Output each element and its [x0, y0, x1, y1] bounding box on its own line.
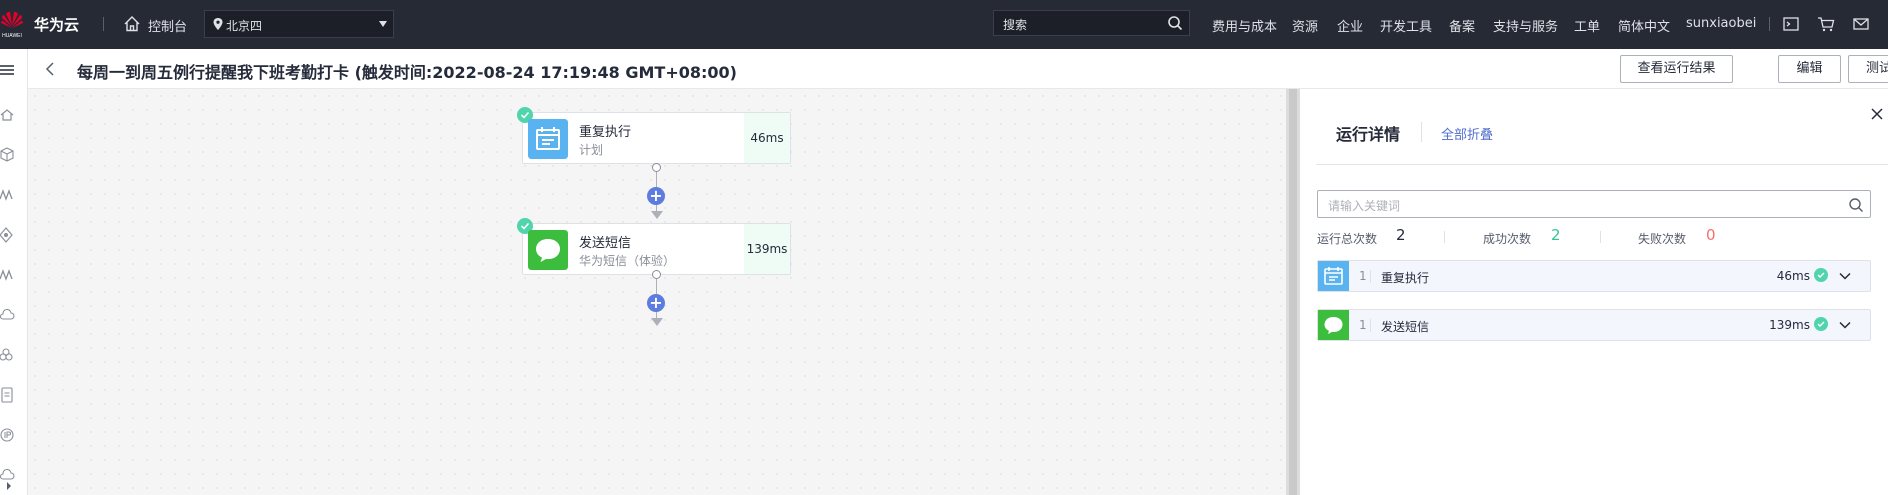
diamond-icon[interactable]	[0, 227, 16, 243]
divider	[1370, 319, 1371, 332]
row-duration: 46ms	[1776, 269, 1810, 283]
search-placeholder: 请输入关键词	[1328, 199, 1401, 213]
edit-button[interactable]: 编辑	[1778, 55, 1841, 83]
connector-port[interactable]	[652, 270, 661, 279]
global-search-input[interactable]: 搜索	[993, 10, 1190, 36]
divider	[1600, 231, 1601, 243]
success-check-icon	[1814, 317, 1828, 331]
node-duration: 46ms	[744, 113, 790, 163]
menu-icon[interactable]	[0, 63, 14, 77]
left-sidebar	[0, 49, 28, 495]
run-detail-row[interactable]: 1 重复执行 46ms	[1317, 260, 1871, 292]
brand-name[interactable]: 华为云	[34, 14, 79, 35]
row-name: 重复执行	[1381, 271, 1430, 285]
failed-runs-label: 失败次数	[1638, 232, 1687, 246]
arrow-down-icon	[651, 318, 663, 326]
cube-icon[interactable]	[0, 147, 16, 163]
nav-resources[interactable]: 资源	[1292, 16, 1318, 35]
calendar-icon	[528, 119, 568, 159]
document-icon[interactable]	[0, 387, 16, 403]
page-header: 每周一到周五例行提醒我下班考勤打卡 (触发时间:2022-08-24 17:19…	[28, 49, 1888, 89]
add-step-button[interactable]: +	[647, 187, 665, 205]
node-subtitle: 华为短信（体验）	[579, 254, 676, 268]
back-arrow-icon[interactable]	[43, 61, 57, 77]
total-runs-value: 2	[1396, 226, 1406, 244]
page-title: 每周一到周五例行提醒我下班考勤打卡 (触发时间:2022-08-24 17:19…	[77, 63, 737, 82]
row-duration: 139ms	[1769, 318, 1810, 332]
cart-icon[interactable]	[1817, 15, 1835, 33]
nav-support[interactable]: 支持与服务	[1493, 16, 1558, 35]
home-icon[interactable]	[123, 15, 141, 33]
collapse-all-link[interactable]: 全部折叠	[1441, 124, 1493, 143]
region-value: 北京四	[226, 19, 263, 33]
row-name: 发送短信	[1381, 320, 1430, 334]
chevron-down-icon[interactable]	[1838, 269, 1852, 283]
close-icon[interactable]	[1870, 107, 1884, 121]
node-duration: 139ms	[744, 224, 790, 274]
node-name: 重复执行	[579, 125, 632, 140]
test-button[interactable]: 测试	[1848, 55, 1888, 83]
huawei-logo[interactable]: HUAWEI	[0, 6, 24, 42]
node-subtitle: 计划	[579, 143, 604, 157]
divider	[1370, 270, 1371, 283]
node-name: 发送短信	[579, 236, 632, 251]
panel-resize-handle[interactable]	[1286, 89, 1300, 495]
cloud-group-icon[interactable]	[0, 347, 16, 363]
connector-port[interactable]	[652, 163, 661, 172]
divider	[1769, 17, 1770, 31]
divider	[1421, 122, 1422, 142]
flow-canvas[interactable]: 重复执行 计划 46ms + 发送短信 华为短信（体验） 139ms +	[28, 89, 1286, 495]
row-index: 1	[1359, 269, 1367, 283]
success-runs-value: 2	[1551, 226, 1561, 244]
arrow-down-icon	[651, 211, 663, 219]
ip-icon[interactable]	[0, 427, 16, 443]
expand-sidebar-icon[interactable]	[4, 481, 14, 491]
divider	[103, 17, 104, 31]
nav-tickets[interactable]: 工单	[1574, 16, 1600, 35]
nav-language[interactable]: 简体中文	[1618, 16, 1670, 35]
search-icon[interactable]	[1167, 15, 1183, 31]
nav-filing[interactable]: 备案	[1449, 16, 1475, 35]
chevron-down-icon[interactable]	[1838, 318, 1852, 332]
chat-icon	[1318, 310, 1349, 340]
home-icon[interactable]	[0, 107, 16, 123]
nav-username[interactable]: sunxiaobei	[1686, 16, 1756, 31]
view-results-button[interactable]: 查看运行结果	[1620, 55, 1733, 83]
top-navigation-bar: HUAWEI 华为云 控制台 北京四 搜索 费用与成本 资源 企业 开发工具 备…	[0, 0, 1888, 49]
mail-icon[interactable]	[1852, 15, 1870, 33]
caret-down-icon	[379, 21, 387, 27]
total-runs-label: 运行总次数	[1317, 232, 1378, 246]
divider	[1316, 164, 1888, 165]
console-link[interactable]: 控制台	[148, 16, 187, 35]
wave-icon[interactable]	[0, 187, 16, 203]
nav-enterprise[interactable]: 企业	[1337, 16, 1363, 35]
run-detail-row[interactable]: 1 发送短信 139ms	[1317, 309, 1871, 341]
location-pin-icon	[213, 18, 223, 30]
flow-node-repeat[interactable]: 重复执行 计划 46ms	[517, 107, 791, 164]
calendar-icon	[1318, 261, 1349, 291]
divider	[1444, 231, 1445, 243]
nav-dev-tools[interactable]: 开发工具	[1380, 16, 1432, 35]
success-check-icon	[1814, 268, 1828, 282]
failed-runs-value: 0	[1706, 226, 1716, 244]
flow-node-sms[interactable]: 发送短信 华为短信（体验） 139ms	[517, 218, 791, 275]
panel-title: 运行详情	[1336, 125, 1401, 144]
success-runs-label: 成功次数	[1483, 232, 1532, 246]
add-step-button[interactable]: +	[647, 294, 665, 312]
row-index: 1	[1359, 318, 1367, 332]
svg-text:HUAWEI: HUAWEI	[2, 33, 22, 39]
cloud-icon[interactable]	[0, 307, 16, 323]
chat-icon	[528, 230, 568, 270]
keyword-search-input[interactable]: 请输入关键词	[1317, 190, 1871, 218]
wave-icon[interactable]	[0, 267, 16, 283]
region-select[interactable]: 北京四	[204, 10, 394, 38]
nav-billing[interactable]: 费用与成本	[1212, 16, 1277, 35]
search-icon[interactable]	[1848, 197, 1864, 213]
search-placeholder: 搜索	[1003, 18, 1028, 32]
run-details-panel: 运行详情 全部折叠 请输入关键词 运行总次数 2 成功次数 2 失败次数 0 1…	[1300, 89, 1888, 495]
terminal-icon[interactable]	[1782, 15, 1800, 33]
